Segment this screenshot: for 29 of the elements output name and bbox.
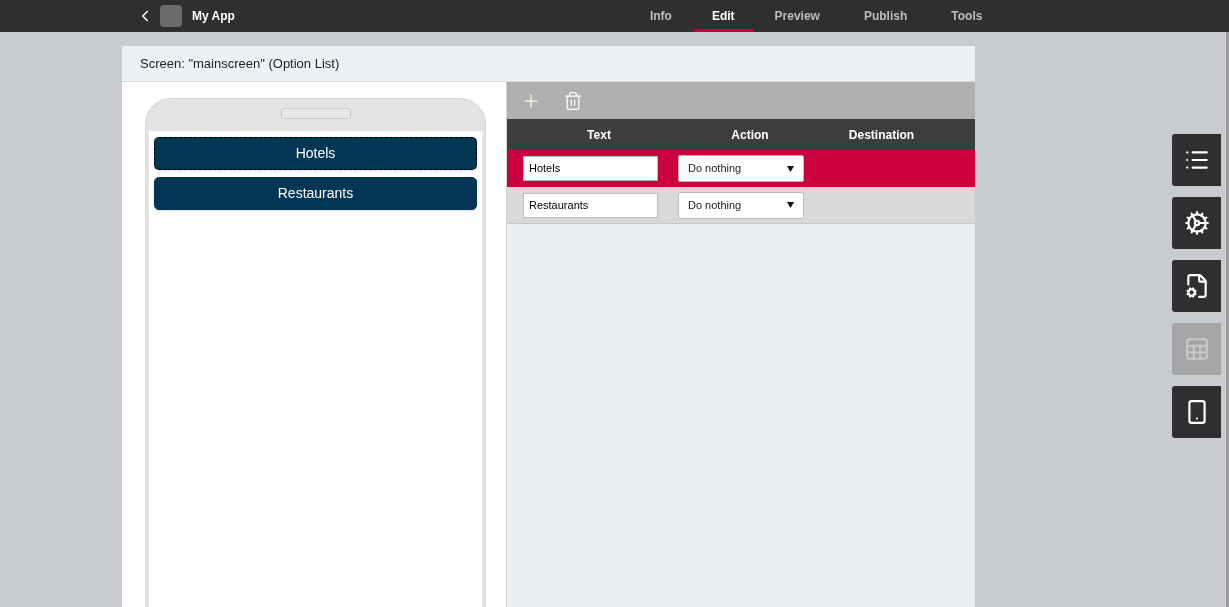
column-header: Text bbox=[586, 126, 612, 144]
text-input[interactable]: Restaurants bbox=[523, 192, 658, 218]
table-row[interactable]: Restaurants Do nothing bbox=[507, 187, 975, 224]
caret-icon bbox=[787, 165, 794, 172]
nav-tab[interactable]: Edit bbox=[693, 0, 753, 32]
app-icon bbox=[160, 5, 182, 27]
caret-icon bbox=[787, 202, 794, 208]
side-tool-button[interactable] bbox=[1172, 386, 1221, 438]
text-input[interactable]: Hotels bbox=[523, 156, 658, 181]
side-tool-button[interactable] bbox=[1172, 260, 1221, 312]
phone-speaker bbox=[281, 108, 351, 119]
column-header: Destination bbox=[847, 126, 916, 144]
option-button[interactable]: Restaurants bbox=[154, 177, 477, 210]
column-header: Action bbox=[730, 126, 770, 144]
dropdown-value: Do nothing bbox=[688, 161, 742, 177]
side-tool-button[interactable] bbox=[1172, 197, 1221, 249]
dropdown-value: Do nothing bbox=[688, 197, 742, 213]
nav-tab[interactable]: Tools bbox=[929, 0, 1005, 32]
nav-tab[interactable]: Publish bbox=[841, 0, 930, 32]
screen-title: Screen: "mainscreen" (Option List) bbox=[140, 54, 340, 73]
nav-tab[interactable]: Preview bbox=[752, 0, 842, 32]
action-dropdown[interactable]: Do nothing bbox=[678, 155, 804, 182]
action-dropdown[interactable]: Do nothing bbox=[678, 191, 804, 219]
table-gear-icon bbox=[1183, 336, 1210, 362]
table-row[interactable]: Hotels Do nothing bbox=[507, 150, 975, 187]
option-button[interactable]: Hotels bbox=[154, 137, 477, 170]
side-tool-button[interactable] bbox=[1172, 134, 1221, 186]
nav-tab[interactable]: Info bbox=[627, 0, 694, 32]
app-title: My App bbox=[192, 8, 235, 25]
